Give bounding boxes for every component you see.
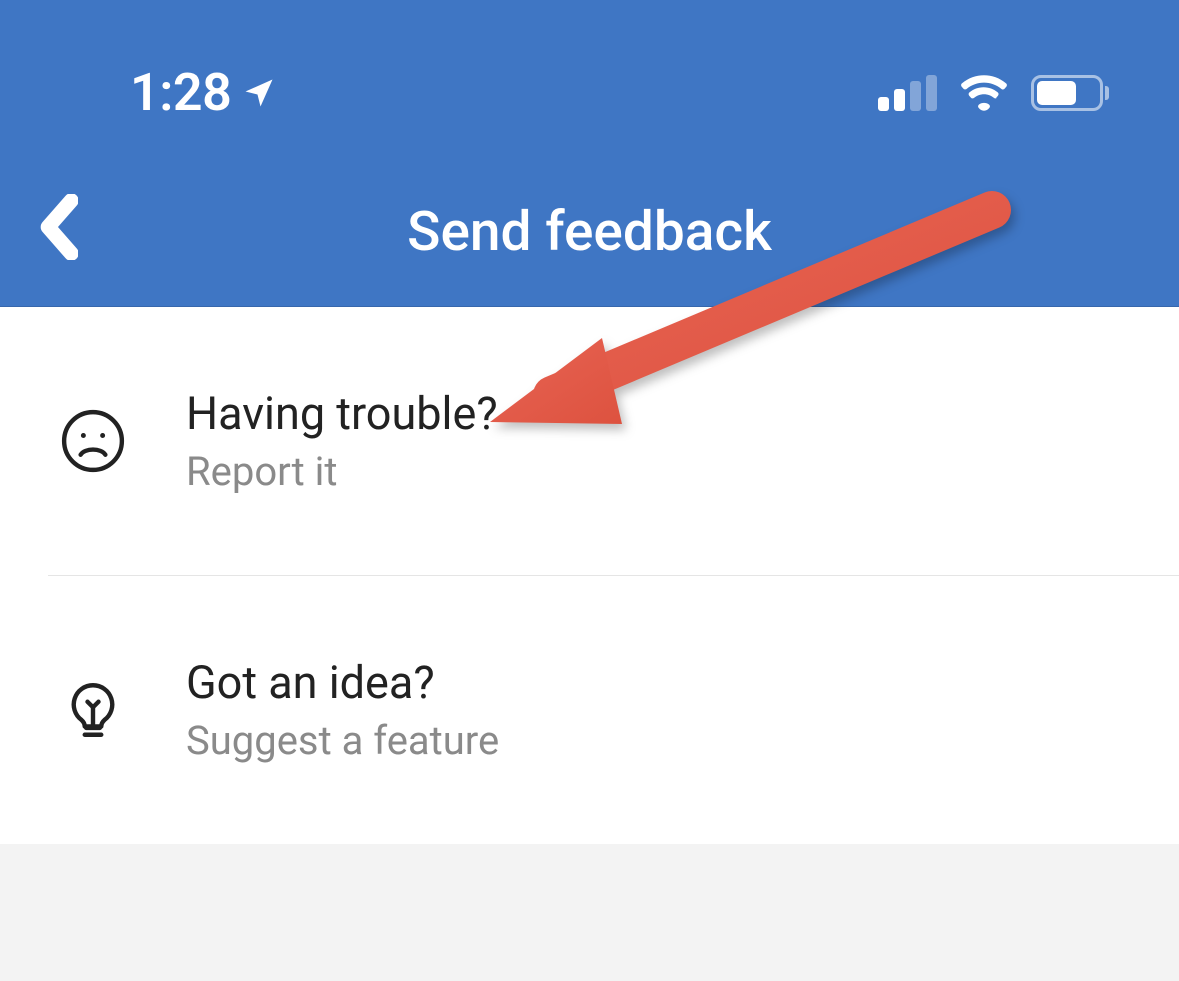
option-having-trouble[interactable]: Having trouble? Report it <box>0 307 1179 575</box>
option-subtitle: Report it <box>186 448 498 495</box>
page-title: Send feedback <box>407 200 772 264</box>
status-right <box>878 74 1109 112</box>
time-label: 1:28 <box>130 62 231 123</box>
signal-icon <box>878 75 937 111</box>
option-text: Got an idea? Suggest a feature <box>186 656 499 764</box>
chevron-left-icon <box>38 194 78 260</box>
option-subtitle: Suggest a feature <box>186 717 499 764</box>
header: 1:28 <box>0 0 1179 307</box>
sad-face-icon <box>60 408 126 474</box>
status-bar: 1:28 <box>0 0 1179 123</box>
content: Having trouble? Report it Got an idea? S… <box>0 307 1179 844</box>
battery-icon <box>1031 75 1109 111</box>
option-title: Got an idea? <box>186 656 499 709</box>
nav-row: Send feedback <box>0 200 1179 264</box>
back-button[interactable] <box>38 194 78 264</box>
option-text: Having trouble? Report it <box>186 387 498 495</box>
option-got-an-idea[interactable]: Got an idea? Suggest a feature <box>0 576 1179 844</box>
status-time: 1:28 <box>130 62 277 123</box>
option-title: Having trouble? <box>186 387 498 440</box>
location-icon <box>241 75 277 111</box>
lightbulb-icon <box>60 677 126 743</box>
wifi-icon <box>959 74 1009 112</box>
